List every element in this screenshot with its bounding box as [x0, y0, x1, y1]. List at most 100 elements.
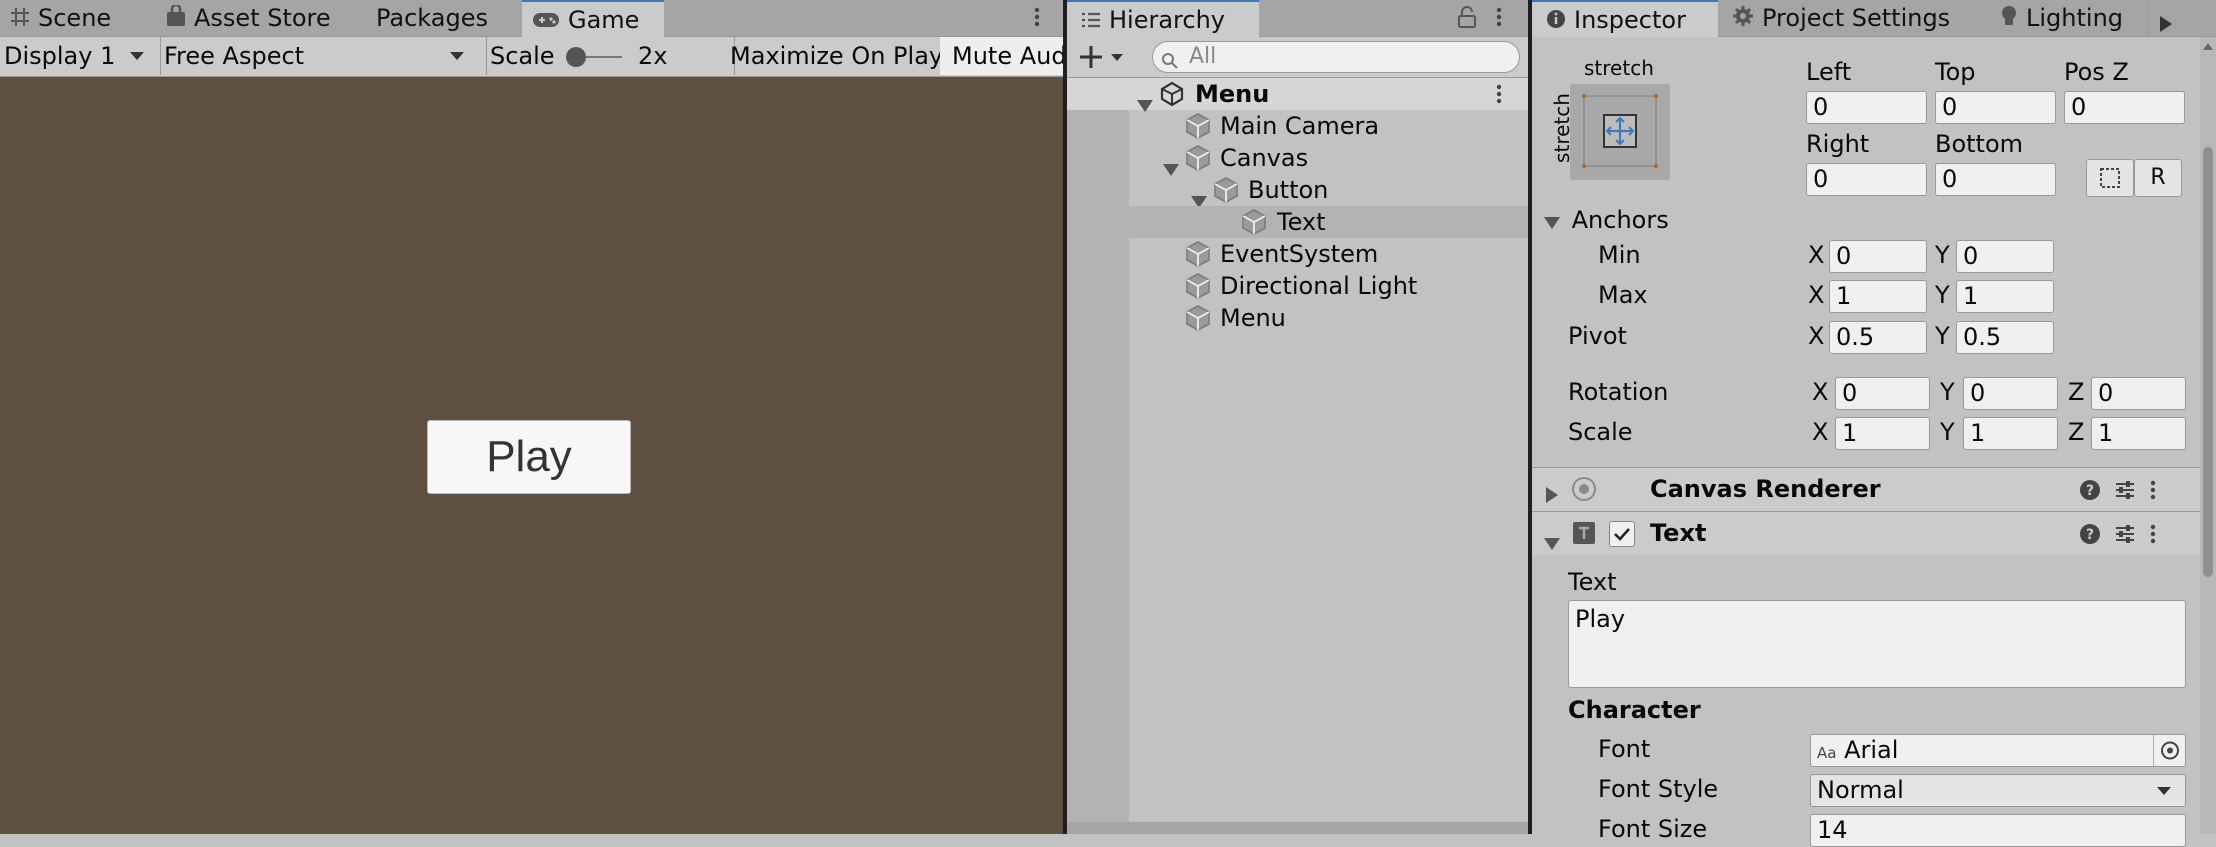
scrollbar-thumb[interactable]: [2203, 147, 2213, 577]
scale-slider-handle[interactable]: [566, 47, 586, 67]
tab-game[interactable]: Game: [522, 0, 664, 37]
font-style-value: Normal: [1817, 776, 1904, 804]
axis-y-label: Y: [1935, 241, 1950, 269]
rotation-x-field[interactable]: 0: [1835, 377, 1930, 410]
tab-hierarchy[interactable]: Hierarchy: [1067, 0, 1259, 37]
right-field[interactable]: 0: [1806, 163, 1927, 196]
scroll-up-arrow-icon[interactable]: [2203, 43, 2213, 50]
character-section-label: Character: [1568, 696, 1701, 724]
tab-scene[interactable]: Scene: [10, 0, 111, 36]
chevron-down-icon: [2157, 787, 2171, 795]
axis-y-label: Y: [1935, 281, 1950, 309]
lock-icon[interactable]: [1457, 6, 1477, 34]
anchor-max-x-field[interactable]: 1: [1829, 280, 1927, 313]
pivot-x-field[interactable]: 0.5: [1829, 321, 1927, 354]
axis-x-label: X: [1812, 378, 1829, 406]
anchors-foldout[interactable]: Anchors: [1544, 205, 1669, 235]
help-icon[interactable]: ?: [2079, 479, 2101, 507]
font-style-dropdown[interactable]: Normal: [1810, 774, 2186, 807]
rotation-y-field[interactable]: 0: [1963, 377, 2058, 410]
expand-arrow-icon[interactable]: [1544, 528, 1560, 556]
component-menu-icon[interactable]: [2146, 520, 2160, 554]
hierarchy-item-label: Button: [1248, 176, 1329, 204]
text-area[interactable]: Play: [1568, 600, 2186, 688]
hierarchy-item-menu[interactable]: Menu: [1067, 302, 1528, 334]
hierarchy-item-label: Canvas: [1220, 144, 1309, 172]
tab-project-settings[interactable]: Project Settings: [1732, 0, 1950, 36]
rotation-z-field[interactable]: 0: [2091, 377, 2186, 410]
hierarchy-item-button[interactable]: Button: [1067, 174, 1528, 208]
scene-row[interactable]: Menu: [1067, 78, 1528, 112]
anchor-max-y-field[interactable]: 1: [1956, 280, 2054, 313]
pivot-y-field[interactable]: 0.5: [1956, 321, 2054, 354]
maximize-on-play-toggle[interactable]: Maximize On Play: [722, 37, 949, 75]
inspector-tab-bar: Inspector Project Settings Lighting: [1532, 0, 2216, 37]
hierarchy-search-field[interactable]: All: [1152, 41, 1520, 73]
add-object-button[interactable]: [1079, 43, 1129, 71]
info-icon: [1546, 3, 1566, 39]
anchor-min-label: Min: [1598, 241, 1641, 269]
hierarchy-item-main-camera[interactable]: Main Camera: [1067, 110, 1528, 142]
scale-control[interactable]: Scale 2x: [478, 37, 735, 75]
axis-x-label: X: [1812, 418, 1829, 446]
mute-audio-toggle[interactable]: Mute Audio: [940, 37, 1075, 75]
posz-field[interactable]: 0: [2064, 91, 2185, 124]
scale-y-field[interactable]: 1: [1963, 417, 2058, 450]
hierarchy-panel: Hierarchy All Menu Main Camera Canvas Bu…: [1067, 0, 1528, 834]
hierarchy-item-directional-light[interactable]: Directional Light: [1067, 270, 1528, 302]
gear-icon: [1732, 1, 1754, 37]
tab-packages[interactable]: Packages: [376, 0, 488, 36]
hierarchy-item-label: Text: [1277, 208, 1326, 236]
component-menu-icon[interactable]: [2146, 476, 2160, 510]
play-button[interactable]: Play: [427, 420, 631, 494]
tab-asset-store-label: Asset Store: [194, 4, 331, 32]
presets-icon[interactable]: [2114, 523, 2136, 551]
hierarchy-item-eventsystem[interactable]: EventSystem: [1067, 238, 1528, 270]
anchor-min-x-field[interactable]: 0: [1829, 240, 1927, 273]
game-viewport: Play: [0, 77, 1063, 834]
game-panel-menu-icon[interactable]: [1030, 2, 1044, 32]
aspect-dropdown[interactable]: Free Aspect: [156, 37, 487, 75]
help-icon[interactable]: ?: [2079, 523, 2101, 551]
bottom-field[interactable]: 0: [1935, 163, 2056, 196]
tab-inspector[interactable]: Inspector: [1532, 0, 1718, 37]
top-field[interactable]: 0: [1935, 91, 2056, 124]
inspector-scrollbar[interactable]: [2200, 37, 2216, 834]
tab-asset-store[interactable]: Asset Store: [166, 0, 331, 36]
blueprint-mode-button[interactable]: [2086, 159, 2134, 197]
presets-icon[interactable]: [2114, 479, 2136, 507]
display-dropdown-label: Display 1: [4, 42, 116, 70]
font-size-field[interactable]: 14: [1810, 814, 2186, 847]
canvas-renderer-header[interactable]: Canvas Renderer ?: [1532, 468, 2200, 511]
hierarchy-menu-icon[interactable]: [1492, 2, 1506, 38]
inspector-panel: Inspector Project Settings Lighting stre…: [1532, 0, 2216, 847]
hierarchy-item-text-selected[interactable]: Text: [1067, 206, 1528, 238]
tab-overflow-button[interactable]: [2148, 0, 2182, 36]
text-component-header[interactable]: Text ?: [1532, 512, 2200, 555]
text-component-title: Text: [1650, 519, 1707, 547]
inspector-content: stretch stretch Left Top Pos Z 0 0 0 Rig…: [1532, 37, 2200, 847]
raw-edit-button[interactable]: R: [2134, 159, 2182, 197]
chevron-down-icon: [130, 52, 144, 60]
scale-x-field[interactable]: 1: [1835, 417, 1930, 450]
anchor-min-y-field[interactable]: 0: [1956, 240, 2054, 273]
anchor-preset-button[interactable]: [1570, 84, 1670, 180]
collapsed-arrow-icon[interactable]: [1546, 481, 1558, 509]
object-picker-icon[interactable]: [2153, 735, 2185, 766]
scene-name: Menu: [1195, 80, 1270, 108]
left-field[interactable]: 0: [1806, 91, 1927, 124]
hierarchy-item-canvas[interactable]: Canvas: [1067, 142, 1528, 176]
font-asset-icon: Aa: [1817, 744, 1837, 762]
component-enabled-checkbox[interactable]: [1609, 521, 1635, 547]
hierarchy-item-label: EventSystem: [1220, 240, 1379, 268]
tab-lighting[interactable]: Lighting: [2000, 0, 2123, 36]
scale-z-field[interactable]: 1: [2091, 417, 2186, 450]
display-dropdown[interactable]: Display 1: [0, 37, 161, 75]
hierarchy-scrollbar[interactable]: [1067, 822, 1528, 834]
tab-project-settings-label: Project Settings: [1762, 4, 1951, 32]
hierarchy-tab-bar: Hierarchy: [1067, 0, 1528, 37]
font-object-field[interactable]: Aa Arial: [1810, 734, 2186, 767]
scale-label: Scale: [490, 42, 555, 70]
game-tab-bar: Scene Asset Store Packages Game: [0, 0, 1063, 37]
rotation-label: Rotation: [1568, 378, 1669, 406]
